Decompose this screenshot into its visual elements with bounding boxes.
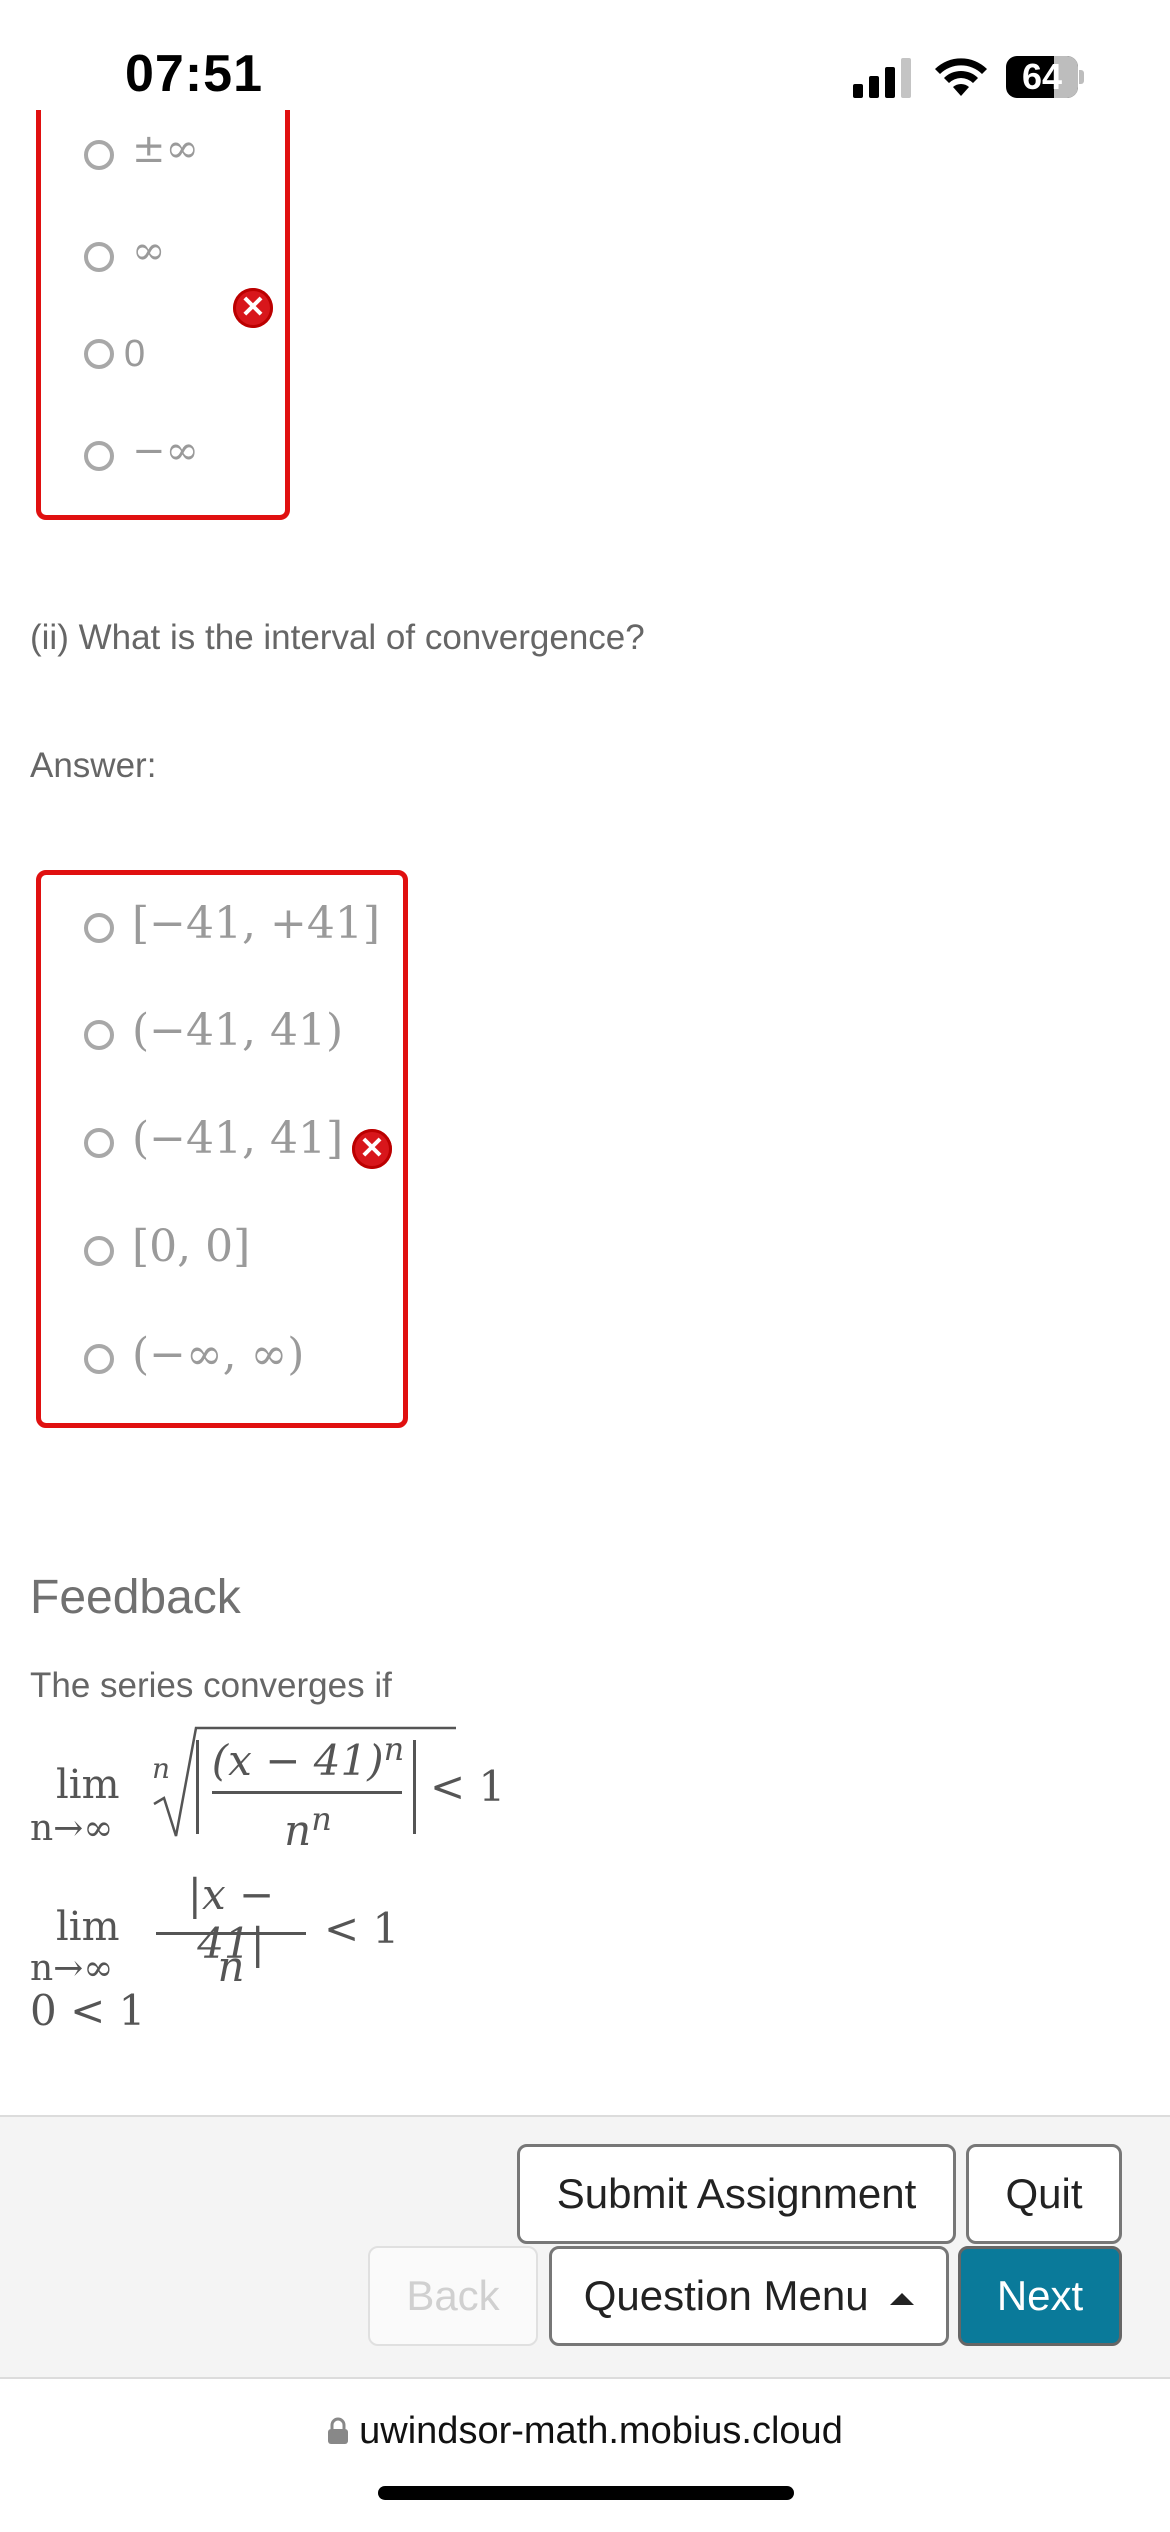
fraction2-denominator: n xyxy=(217,1942,245,1991)
status-time: 07:51 xyxy=(125,45,263,103)
q2-option-label: [0, 0] xyxy=(132,1221,251,1272)
q1-option-label: ∞ xyxy=(132,228,166,274)
lim-subscript: n→∞ xyxy=(30,1948,114,1989)
question-menu-label: Question Menu xyxy=(583,2272,869,2319)
fraction1-denominator: nn xyxy=(210,1800,406,1855)
q2-option-radio[interactable] xyxy=(84,913,114,943)
cellular-signal-icon xyxy=(853,58,911,98)
fraction1-numerator-exponent: n xyxy=(383,1730,405,1768)
fraction1-numerator-base: (x − 41) xyxy=(211,1736,384,1785)
incorrect-x-icon: ✕ xyxy=(352,1129,392,1169)
incorrect-x-icon: ✕ xyxy=(233,288,273,328)
quit-button[interactable]: Quit xyxy=(966,2144,1122,2244)
q2-option-label: (−41, 41] xyxy=(132,1113,344,1164)
inequality-1: < 1 xyxy=(430,1762,506,1811)
q1-option-label: 0 xyxy=(124,333,146,375)
answer-label: Answer: xyxy=(30,746,157,785)
lock-icon xyxy=(328,2417,349,2444)
fraction2-bar xyxy=(156,1932,306,1935)
question2-prompt: (ii) What is the interval of convergence… xyxy=(30,618,645,657)
fraction1-numerator: (x − 41)n xyxy=(210,1730,406,1785)
q2-option-label: (−41, 41) xyxy=(132,1005,344,1056)
lim-subscript: n→∞ xyxy=(30,1808,114,1849)
q2-option-radio[interactable] xyxy=(84,1344,114,1374)
q1-option-radio[interactable] xyxy=(84,242,114,272)
q1-option-label: −∞ xyxy=(132,428,199,474)
abs-bar-left xyxy=(196,1740,199,1834)
caret-up-icon xyxy=(890,2292,915,2305)
browser-url-bar[interactable]: uwindsor-math.mobius.cloud xyxy=(0,2410,1170,2453)
fraction1-denominator-exponent: n xyxy=(311,1800,332,1838)
wifi-icon xyxy=(935,58,987,96)
q2-option-label: (−∞, ∞) xyxy=(132,1329,305,1380)
lim-text: lim xyxy=(56,1904,120,1950)
abs-bar-right xyxy=(413,1740,416,1834)
q1-option-radio[interactable] xyxy=(84,339,114,369)
battery-level: 64 xyxy=(1021,56,1063,97)
back-button[interactable]: Back xyxy=(368,2246,538,2346)
submit-assignment-button[interactable]: Submit Assignment xyxy=(517,2144,956,2244)
q1-option-radio[interactable] xyxy=(84,140,114,170)
lim-text: lim xyxy=(56,1762,120,1808)
feedback-title: Feedback xyxy=(30,1571,241,1624)
q2-option-label: [−41, +41] xyxy=(132,898,381,949)
home-indicator[interactable] xyxy=(378,2486,794,2500)
battery-icon: 64 xyxy=(1006,56,1084,98)
fraction1-bar xyxy=(212,1791,402,1794)
url-text: uwindsor-math.mobius.cloud xyxy=(359,2410,843,2452)
q2-option-radio[interactable] xyxy=(84,1128,114,1158)
q1-option-label: ±∞ xyxy=(132,126,199,172)
inequality-2: < 1 xyxy=(324,1904,400,1953)
question-menu-button[interactable]: Question Menu xyxy=(549,2246,949,2346)
q1-option-radio[interactable] xyxy=(84,441,114,471)
q2-option-radio[interactable] xyxy=(84,1236,114,1266)
next-button[interactable]: Next xyxy=(958,2246,1122,2346)
feedback-intro: The series converges if xyxy=(30,1666,392,1705)
q2-option-radio[interactable] xyxy=(84,1020,114,1050)
fraction1-denominator-base: n xyxy=(284,1806,312,1855)
final-inequality: 0 < 1 xyxy=(30,1986,146,2035)
